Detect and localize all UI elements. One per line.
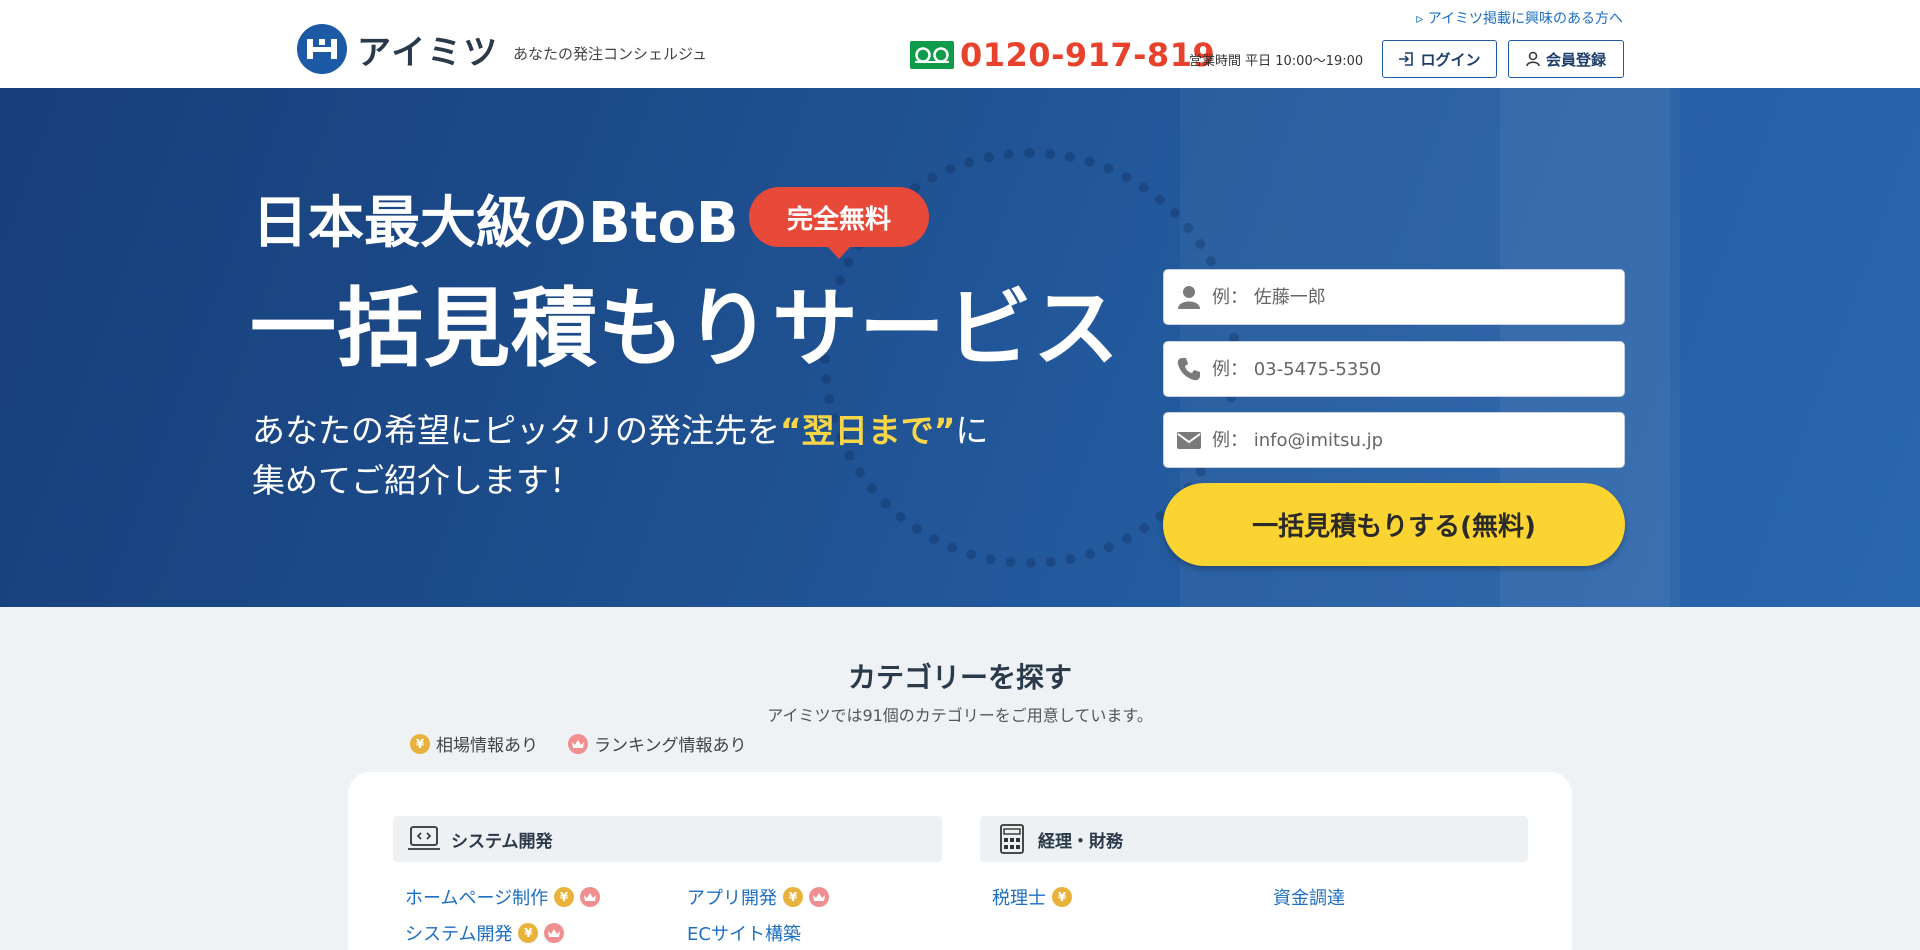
phone-field[interactable] xyxy=(1163,341,1625,397)
category-legend: ¥ 相場情報あり ランキング情報あり xyxy=(410,731,747,756)
logo-text: アイミツ xyxy=(357,32,500,73)
name-input[interactable] xyxy=(1212,286,1624,308)
yen-icon: ¥ xyxy=(410,733,430,754)
crown-icon xyxy=(544,923,565,943)
hero-title-line1: 日本最大級のBtoB xyxy=(252,191,739,256)
category-heading-system-dev[interactable]: システム開発 xyxy=(393,816,942,862)
hero-subtitle: あなたの希望にピッタリの発注先を“翌日まで”に 集めてご紹介します！ xyxy=(252,411,989,500)
user-icon xyxy=(1526,51,1540,67)
category-section-subtitle: アイミツでは91個のカテゴリーをご用意しています。 xyxy=(767,706,1153,725)
email-field[interactable] xyxy=(1163,412,1625,468)
site-tagline: あなたの発注コンシェルジュ xyxy=(513,45,707,63)
advertiser-link[interactable]: ▹ アイミツ掲載に興味のある方へ xyxy=(1416,8,1623,28)
hero-title-line2: 一括見積もりサービス xyxy=(250,279,1120,379)
phone-number: 0120-917-819 xyxy=(960,36,1216,74)
yen-icon: ¥ xyxy=(554,887,575,907)
site-logo[interactable]: アイミツ xyxy=(297,24,499,74)
freedial-phone[interactable]: 0120-917-819 xyxy=(910,36,1215,74)
estimate-submit-button[interactable]: 一括見積もりする(無料) xyxy=(1163,483,1625,566)
phone-icon xyxy=(1177,358,1200,381)
name-field[interactable] xyxy=(1163,269,1625,325)
person-icon xyxy=(1178,286,1200,309)
envelope-icon xyxy=(1177,432,1201,449)
yen-icon: ¥ xyxy=(1052,887,1072,907)
legend-price: ¥ 相場情報あり xyxy=(410,731,538,756)
email-input[interactable] xyxy=(1212,429,1624,451)
logo-mark-icon xyxy=(297,24,347,74)
freedial-icon xyxy=(910,41,954,69)
site-header: アイミツ あなたの発注コンシェルジュ ▹ アイミツ掲載に興味のある方へ 0120… xyxy=(0,0,1920,88)
free-badge: 完全無料 xyxy=(749,187,929,259)
category-link-ec[interactable]: ECサイト構築 xyxy=(687,920,801,946)
phone-input[interactable] xyxy=(1212,358,1624,380)
category-link-system[interactable]: システム開発 ¥ xyxy=(405,920,565,946)
login-button[interactable]: ログイン xyxy=(1382,40,1497,78)
yen-icon: ¥ xyxy=(783,887,803,907)
register-button[interactable]: 会員登録 xyxy=(1508,40,1624,78)
business-hours: 営業時間 平日 10:00〜19:00 xyxy=(1189,54,1364,69)
category-section-title: カテゴリーを探す xyxy=(847,661,1072,694)
triangle-right-icon: ▹ xyxy=(1416,11,1424,27)
yen-icon: ¥ xyxy=(518,923,539,943)
login-icon xyxy=(1399,52,1414,66)
category-link-funding[interactable]: 資金調達 xyxy=(1273,884,1345,910)
hero-highlight: “翌日まで” xyxy=(780,411,956,450)
category-link-app[interactable]: アプリ開発 ¥ xyxy=(687,884,829,910)
crown-icon xyxy=(568,733,588,754)
laptop-code-icon xyxy=(408,826,440,850)
crown-icon xyxy=(809,887,829,907)
category-heading-accounting[interactable]: 経理・財務 xyxy=(980,816,1528,862)
category-link-homepage[interactable]: ホームページ制作 ¥ xyxy=(405,884,601,910)
legend-ranking: ランキング情報あり xyxy=(568,731,747,756)
calculator-icon xyxy=(1000,824,1024,854)
crown-icon xyxy=(580,887,601,907)
category-panel: システム開発 経理・財務 ホームページ制作 ¥ アプリ開発 ¥ システム開発 ¥… xyxy=(348,772,1572,950)
category-link-tax[interactable]: 税理士 ¥ xyxy=(992,884,1072,910)
hero-section: 日本最大級のBtoB 完全無料 一括見積もりサービス あなたの希望にピッタリの発… xyxy=(0,88,1920,607)
